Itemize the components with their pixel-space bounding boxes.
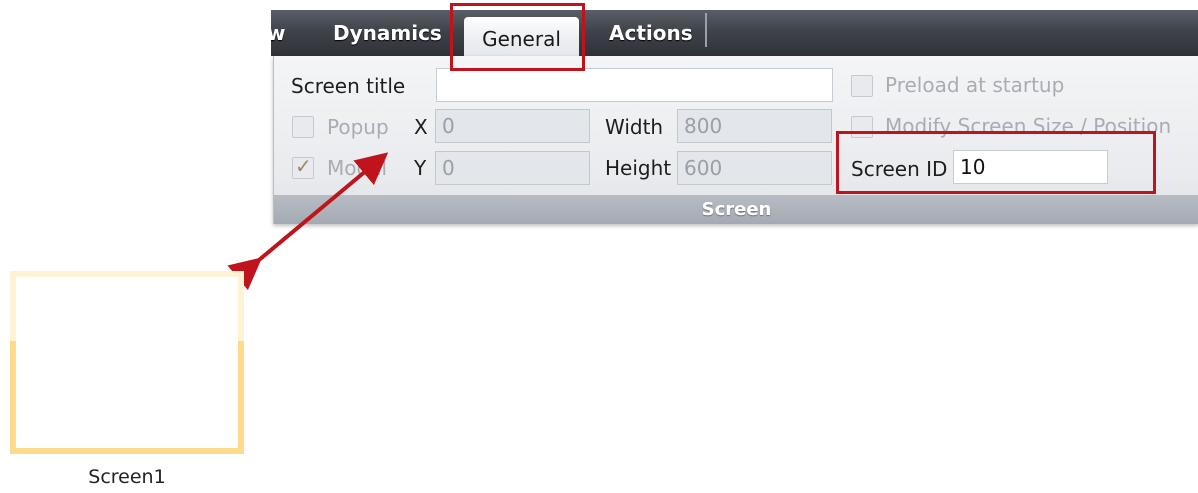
screen-thumbnail-caption: Screen1 bbox=[88, 466, 166, 488]
screen-thumbnail[interactable] bbox=[10, 271, 244, 454]
